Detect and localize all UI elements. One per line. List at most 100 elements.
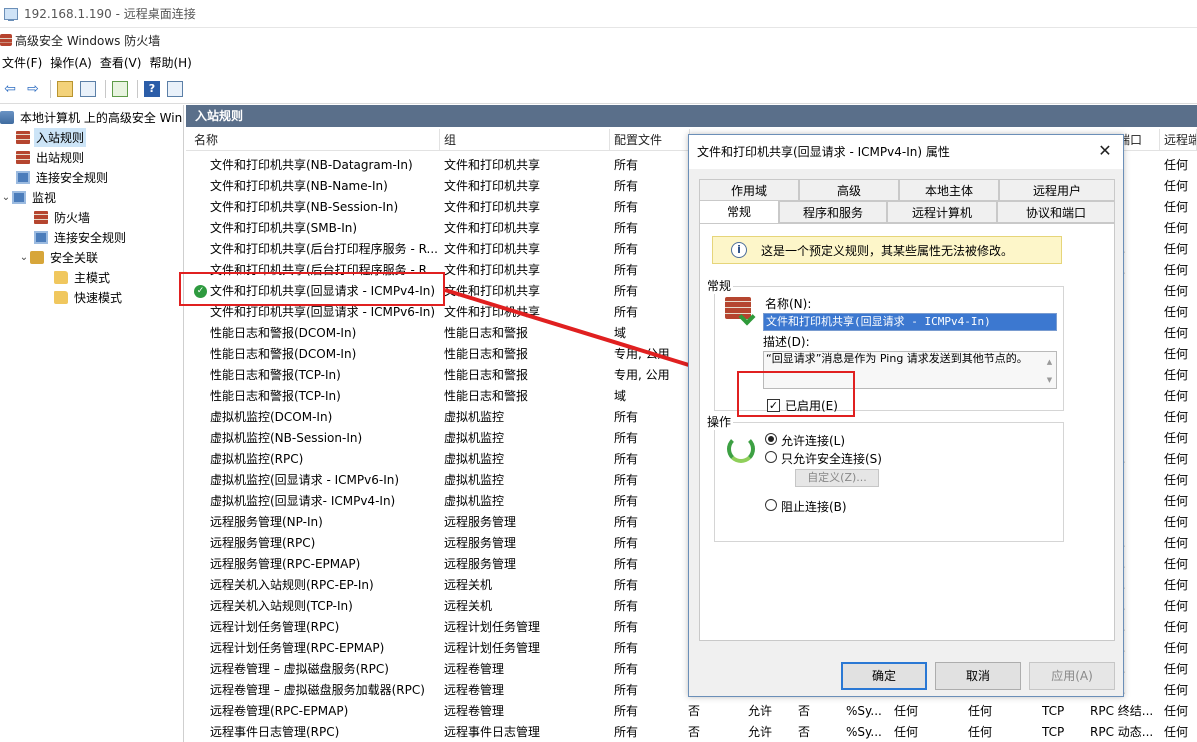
rule-cell-group: 文件和打印机共享 — [444, 305, 541, 319]
rule-cell-profile: 所有 — [614, 221, 639, 235]
tree-item-monitor-connection-security[interactable]: 连接安全规则 — [34, 227, 128, 247]
column-header-remote[interactable]: 远程端 — [1160, 129, 1197, 151]
monitor-icon — [12, 190, 26, 204]
rule-cell-profile: 专用, 公用 — [614, 347, 670, 361]
tab-programs-services[interactable]: 程序和服务 — [779, 201, 887, 223]
tab-local-principals[interactable]: 本地主体 — [899, 179, 999, 201]
rule-cell-group: 远程卷管理 — [444, 704, 505, 718]
rule-cell-profile: 所有 — [614, 704, 639, 718]
tree-item-root[interactable]: 本地计算机 上的高级安全 Win — [0, 107, 183, 127]
rule-cell-c10: 任何 — [1164, 473, 1189, 487]
rule-cell-c10: 任何 — [1164, 431, 1189, 445]
rule-cell-name: 文件和打印机共享(NB-Session-In) — [210, 200, 399, 214]
rule-cell-group: 远程计划任务管理 — [444, 641, 541, 655]
rule-cell-group: 远程服务管理 — [444, 536, 517, 550]
rule-cell-c10: 任何 — [1164, 683, 1189, 697]
ok-button[interactable]: 确定 — [841, 662, 927, 690]
outbound-rules-icon — [16, 150, 30, 164]
rule-cell-group: 文件和打印机共享 — [444, 242, 541, 256]
rule-cell-c8b: TCP — [1042, 704, 1065, 718]
tab-remote-computers[interactable]: 远程计算机 — [887, 201, 997, 223]
rule-cell-c10: 任何 — [1164, 641, 1189, 655]
tree-item-connection-security-rules[interactable]: 连接安全规则 — [16, 167, 110, 187]
tree-item-inbound-rules[interactable]: 入站规则 — [16, 127, 87, 147]
rule-cell-group: 文件和打印机共享 — [444, 263, 541, 277]
rule-cell-group: 远程卷管理 — [444, 683, 505, 697]
rule-cell-c10: 任何 — [1164, 179, 1189, 193]
connection-security-icon — [34, 230, 48, 244]
allow-connection-label[interactable]: 允许连接(L) — [781, 432, 845, 449]
tree-item-label: 连接安全规则 — [36, 170, 109, 185]
menu-help[interactable]: 帮助(H) — [147, 52, 197, 74]
menu-file[interactable]: 文件(F) — [0, 52, 48, 74]
info-banner: i 这是一个预定义规则，其某些属性无法被修改。 — [712, 236, 1062, 264]
rule-cell-name: 文件和打印机共享(NB-Datagram-In) — [210, 158, 413, 172]
tab-scope[interactable]: 作用域 — [699, 179, 799, 201]
apply-button[interactable]: 应用(A) — [1029, 662, 1115, 690]
rule-cell-c10: 任何 — [1164, 158, 1189, 172]
menu-action[interactable]: 操作(A) — [48, 52, 98, 74]
up-folder-icon[interactable] — [55, 79, 75, 99]
rule-cell-c10: 任何 — [1164, 305, 1189, 319]
rule-cell-profile: 所有 — [614, 536, 639, 550]
chevron-down-icon[interactable]: ⌄ — [18, 252, 30, 263]
lock-icon — [30, 250, 44, 264]
block-connection-radio[interactable] — [765, 499, 777, 511]
rule-cell-group: 虚拟机监控 — [444, 452, 505, 466]
rule-cell-c10: 任何 — [1164, 452, 1189, 466]
rule-row[interactable]: 远程卷管理(RPC-EPMAP) 远程卷管理 所有 否 允许 否 %Sy... 任何 任何 TCP… — [186, 701, 1197, 722]
forward-arrow-icon[interactable]: ⇨ — [23, 79, 43, 99]
remote-desktop-icon — [4, 7, 18, 21]
rule-cell-profile: 所有 — [614, 242, 639, 256]
rule-cell-profile: 所有 — [614, 410, 639, 424]
rule-cell-profile: 所有 — [614, 263, 639, 277]
rule-cell-group: 性能日志和警报 — [444, 347, 529, 361]
rule-cell-profile: 所有 — [614, 683, 639, 697]
rule-row[interactable]: 远程事件日志管理(RPC) 远程事件日志管理 所有 否 允许 否 %Sy... 任何 任何 TCP… — [186, 722, 1197, 742]
tab-general[interactable]: 常规 — [699, 200, 779, 224]
allow-secure-radio[interactable] — [765, 451, 777, 463]
rule-cell-name: 远程卷管理 – 虚拟磁盘服务加载器(RPC) — [210, 683, 425, 697]
tree-item-label: 监视 — [32, 190, 57, 205]
help-icon[interactable]: ? — [142, 79, 162, 99]
tree-item-firewall[interactable]: 防火墙 — [34, 207, 92, 227]
rule-cell-c7: 任何 — [894, 704, 919, 718]
rule-cell-name: 远程卷管理(RPC-EPMAP) — [210, 704, 349, 718]
rule-cell-c10: 任何 — [1164, 410, 1189, 424]
column-header-group[interactable]: 组 — [440, 129, 610, 151]
rule-cell-name: 虚拟机监控(DCOM-In) — [210, 410, 333, 424]
chevron-down-icon[interactable]: ⌄ — [0, 192, 12, 203]
folder-icon — [54, 270, 68, 284]
customize-button[interactable]: 自定义(Z)... — [795, 469, 879, 487]
tree-item-monitoring[interactable]: ⌄ 监视 — [0, 187, 58, 207]
show-hide-tree-icon[interactable] — [78, 79, 98, 99]
cancel-button[interactable]: 取消 — [935, 662, 1021, 690]
allow-connection-radio[interactable] — [765, 433, 777, 445]
close-icon[interactable]: ✕ — [1095, 141, 1115, 161]
tab-advanced[interactable]: 高级 — [799, 179, 899, 201]
rule-cell-c5: 否 — [798, 725, 811, 739]
tree-item-security-associations[interactable]: ⌄ 安全关联 — [18, 247, 100, 267]
show-action-pane-icon[interactable] — [165, 79, 185, 99]
name-label: 名称(N): — [765, 297, 812, 311]
rule-cell-profile: 所有 — [614, 431, 639, 445]
allow-secure-label[interactable]: 只允许安全连接(S) — [781, 450, 882, 467]
tab-protocols-ports[interactable]: 协议和端口 — [997, 201, 1115, 223]
tree-item-quick-mode[interactable]: 快速模式 — [54, 287, 124, 307]
rule-cell-name: 虚拟机监控(回显请求 - ICMPv6-In) — [210, 473, 400, 487]
scroll-arrows-icon[interactable]: ▲ ▼ — [1044, 353, 1055, 388]
back-arrow-icon[interactable]: ⇦ — [0, 79, 20, 99]
tree-item-outbound-rules[interactable]: 出站规则 — [16, 147, 86, 167]
tab-remote-users[interactable]: 远程用户 — [999, 179, 1115, 201]
block-connection-label[interactable]: 阻止连接(B) — [781, 498, 847, 515]
name-field[interactable]: 文件和打印机共享(回显请求 - ICMPv4-In) — [763, 313, 1057, 331]
rule-cell-profile: 所有 — [614, 284, 639, 298]
menu-view[interactable]: 查看(V) — [98, 52, 148, 74]
export-list-icon[interactable] — [110, 79, 130, 99]
column-header-name[interactable]: 名称 — [190, 129, 440, 151]
rule-cell-group: 远程关机 — [444, 578, 493, 592]
column-header-profile[interactable]: 配置文件 — [610, 129, 690, 151]
rule-cell-name: 文件和打印机共享(NB-Name-In) — [210, 179, 388, 193]
tree-item-main-mode[interactable]: 主模式 — [54, 267, 112, 287]
rule-cell-group: 文件和打印机共享 — [444, 158, 541, 172]
